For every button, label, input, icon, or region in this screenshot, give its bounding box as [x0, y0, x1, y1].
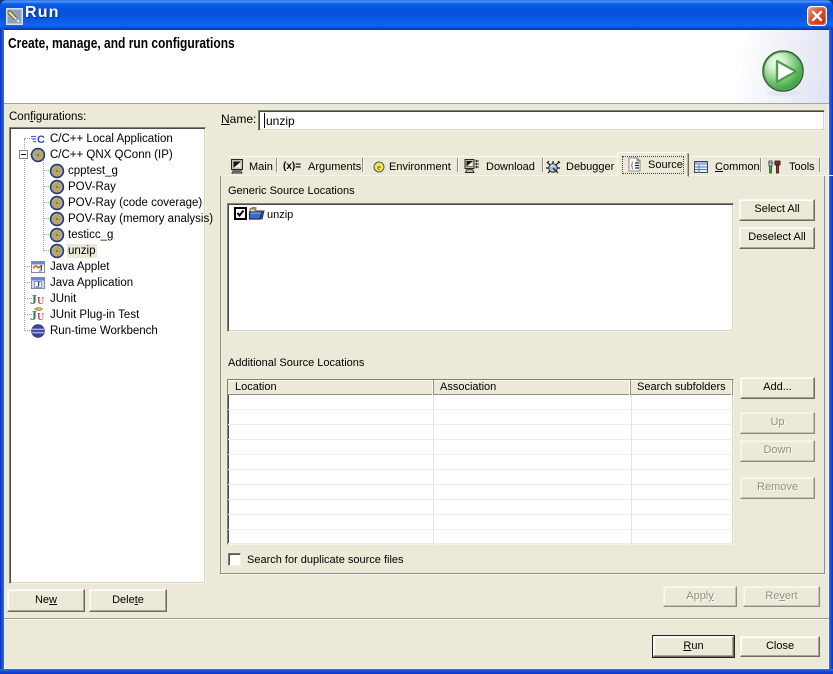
svg-text:J: J: [39, 264, 44, 274]
svg-text:U: U: [37, 296, 44, 307]
svg-text:e: e: [377, 163, 381, 172]
svg-text:C: C: [37, 134, 45, 146]
svg-text:J: J: [30, 309, 37, 324]
svg-text:J: J: [30, 293, 37, 307]
svg-text:U: U: [37, 312, 44, 323]
svg-text:{: {: [630, 160, 634, 170]
